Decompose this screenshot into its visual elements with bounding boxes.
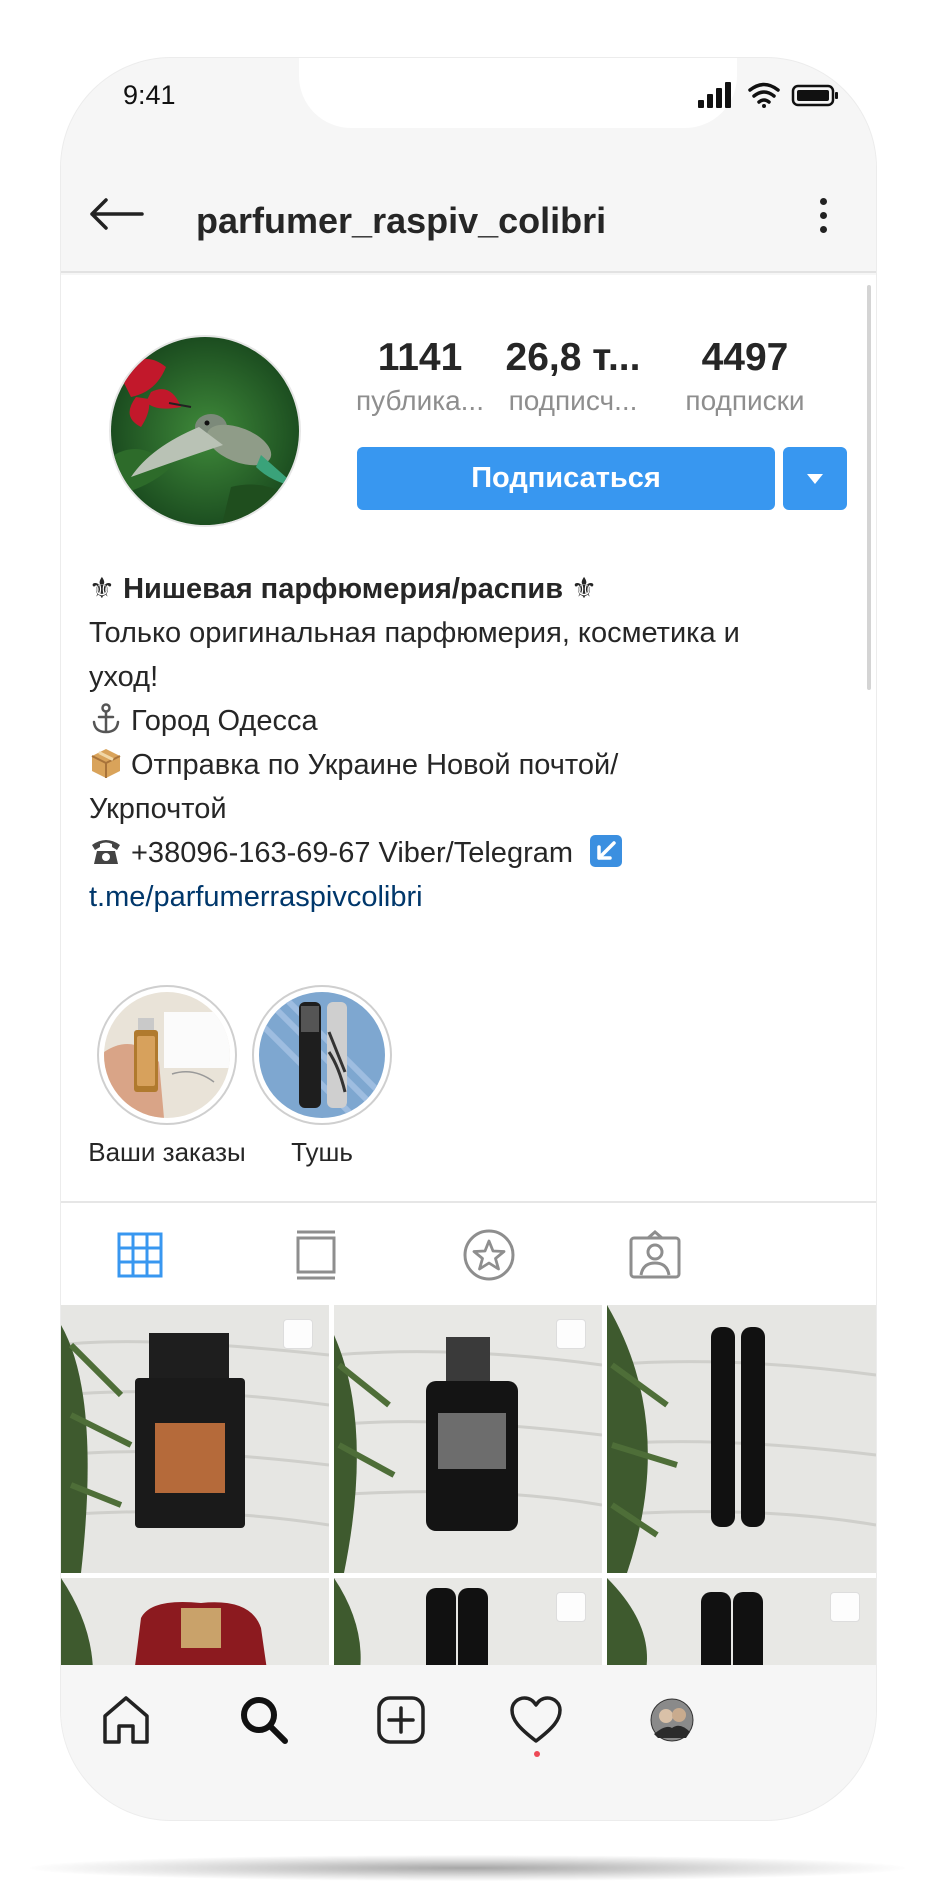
scrollbar[interactable] (867, 285, 871, 690)
posts-label: публика... (355, 385, 484, 416)
bio-shipping-line: Отправка по Украине Новой почтой/ (89, 743, 849, 787)
profile-bio: ⚜ Нишевая парфюмерия/распив ⚜ Только ори… (89, 567, 849, 919)
highlight-cover-orders (104, 992, 230, 1118)
telephone-icon (92, 840, 120, 864)
home-icon (103, 1696, 149, 1744)
select-checkbox[interactable] (556, 1592, 586, 1622)
fleur-de-lis-icon: ⚜ (571, 573, 598, 605)
tab-grid[interactable] (110, 1225, 170, 1285)
device-shadow (30, 1855, 905, 1881)
bio-link[interactable]: t.me/parfumerraspivcolibri (89, 875, 849, 919)
tab-feed[interactable] (286, 1225, 346, 1285)
profile-avatar (650, 1698, 694, 1742)
arrow-down-left-icon (590, 835, 623, 867)
following-label: подписки (685, 385, 805, 416)
bio-shipping-1: Отправка по Украине Новой почтой/ (131, 749, 619, 781)
add-icon (377, 1696, 425, 1744)
select-checkbox[interactable] (830, 1592, 860, 1622)
stat-posts[interactable]: 1141 публика... (345, 335, 495, 421)
notification-dot (534, 1751, 540, 1757)
highlight-mascara[interactable]: Тушь (237, 985, 407, 1168)
stat-following[interactable]: 4497 подписки (665, 335, 825, 421)
nav-create[interactable] (368, 1687, 434, 1753)
caret-down-icon (807, 473, 823, 484)
profile-tabs (61, 1201, 876, 1297)
followers-label: подписч... (508, 385, 638, 416)
following-count: 4497 (701, 336, 789, 379)
bio-city: Город Одесса (131, 705, 318, 737)
post-thumbnail[interactable] (607, 1578, 876, 1665)
tab-tagged[interactable] (625, 1225, 685, 1285)
star-icon (463, 1229, 515, 1281)
bottom-navigation (61, 1665, 876, 1775)
posts-grid (61, 1305, 876, 1665)
bio-city-line: Город Одесса (89, 699, 849, 743)
bio-phone: +38096-163-69-67 Viber/Telegram (131, 837, 574, 869)
grid-icon (117, 1232, 163, 1278)
follow-button[interactable]: Подписаться (357, 447, 775, 510)
nav-profile[interactable] (639, 1687, 705, 1753)
tab-guides[interactable] (459, 1225, 519, 1285)
more-vertical-icon (811, 198, 835, 233)
suggestions-dropdown-button[interactable] (783, 447, 847, 510)
wifi-icon (748, 82, 780, 108)
bio-shipping-2: Укрпочтой (89, 793, 227, 825)
select-checkbox[interactable] (283, 1319, 313, 1349)
tagged-icon (629, 1230, 681, 1279)
nav-activity[interactable] (503, 1687, 569, 1757)
more-options-button[interactable] (811, 198, 835, 242)
highlight-ring (97, 985, 237, 1125)
status-icons (698, 80, 848, 110)
profile-content: 1141 публика... 26,8 т... подписч... 449… (61, 275, 876, 1665)
status-time: 9:41 (123, 80, 176, 110)
posts-count: 1141 (377, 336, 463, 379)
feed-icon (296, 1230, 336, 1280)
post-thumbnail[interactable] (334, 1305, 602, 1573)
heart-icon (510, 1696, 562, 1743)
bio-title-line: ⚜ Нишевая парфюмерия/распив ⚜ (89, 567, 849, 611)
profile-avatar[interactable] (109, 335, 301, 527)
profile-header: parfumer_raspiv_colibri (61, 158, 876, 273)
bio-line-1: Только оригинальная парфюмерия, косметик… (89, 617, 740, 649)
select-checkbox[interactable] (556, 1319, 586, 1349)
battery-icon (791, 84, 838, 107)
bio-title: Нишевая парфюмерия/распив (123, 573, 564, 605)
nav-search[interactable] (231, 1687, 297, 1753)
bio-phone-line: +38096-163-69-67 Viber/Telegram (89, 831, 849, 875)
arrow-left-icon (90, 198, 144, 230)
anchor-icon (92, 703, 120, 734)
post-thumbnail[interactable] (334, 1578, 602, 1665)
back-button[interactable] (81, 188, 151, 240)
highlight-label: Тушь (291, 1137, 353, 1167)
followers-count: 26,8 т... (505, 336, 641, 379)
status-bar: 9:41 (61, 58, 876, 128)
post-thumbnail[interactable] (607, 1305, 876, 1573)
signal-icon (698, 82, 731, 108)
package-icon (91, 749, 121, 778)
username-title: parfumer_raspiv_colibri (196, 200, 607, 241)
bio-line-2: уход! (89, 661, 159, 693)
post-thumbnail[interactable] (61, 1578, 329, 1665)
phone-frame: 9:41 parfumer_raspiv_colibri 1141 публик… (61, 58, 876, 1820)
stat-followers[interactable]: 26,8 т... подписч... (495, 335, 651, 421)
highlight-ring (252, 985, 392, 1125)
highlight-cover-mascara (259, 992, 385, 1118)
fleur-de-lis-icon: ⚜ (89, 573, 115, 605)
highlight-label: Ваши заказы (88, 1137, 246, 1167)
nav-home[interactable] (93, 1687, 159, 1753)
search-icon (241, 1697, 288, 1744)
highlight-orders[interactable]: Ваши заказы (82, 985, 252, 1168)
post-thumbnail[interactable] (61, 1305, 329, 1573)
